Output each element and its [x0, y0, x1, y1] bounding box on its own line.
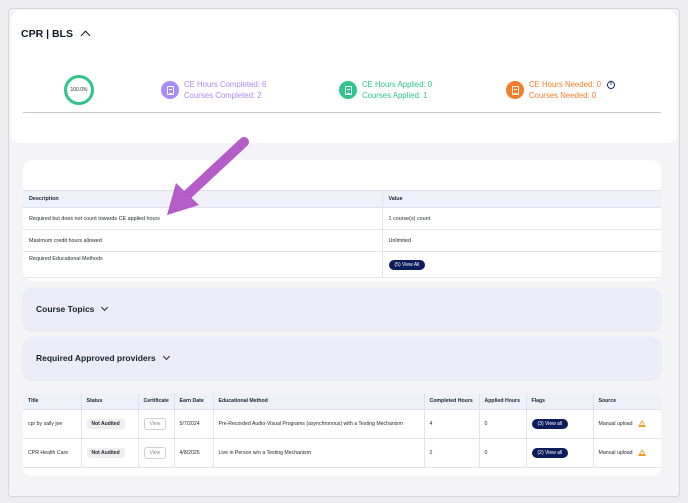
earn-date: 5/7/2024	[174, 409, 214, 439]
courses-applied: Courses Applied: 1	[362, 91, 428, 100]
completed-hours: 2	[424, 438, 480, 468]
requirement-value: Unlimited	[381, 229, 661, 252]
column-header[interactable]: Flags	[526, 393, 594, 410]
table-row: Maximum credit hours allowed Unlimited	[23, 229, 661, 252]
earn-date: 4/8/2025	[174, 438, 214, 468]
warning-icon[interactable]	[637, 449, 646, 456]
chevron-up-icon[interactable]	[80, 30, 91, 41]
column-header[interactable]: Applied Hours	[479, 393, 527, 410]
column-header[interactable]: Educational Method	[213, 393, 425, 410]
educational-method: Live in Person w/o a Testing Mechanism	[213, 438, 425, 468]
table-row[interactable]: cpr by sally joe Not Audited View 5/7/20…	[23, 409, 661, 439]
view-flags-button[interactable]: (3) View all	[531, 418, 569, 429]
status-badge: Not Audited	[86, 418, 125, 429]
header-description: Description	[23, 190, 382, 208]
requirement-value: 1 course(s) count	[381, 207, 661, 230]
approved-providers-accordion[interactable]: Required Approved providers	[23, 337, 661, 379]
requirement-description: Required Educational Methods	[23, 251, 382, 278]
status-badge: Not Audited	[86, 447, 125, 458]
courses-table: Title Status Certificate Earn Date Educa…	[23, 393, 661, 468]
course-topics-accordion[interactable]: Course Topics	[23, 288, 661, 330]
source-label: Manual upload	[598, 420, 633, 427]
view-all-methods-button[interactable]: (5) View All	[388, 259, 426, 270]
table-header-row: Title Status Certificate Earn Date Educa…	[23, 393, 661, 410]
applied-hours: 0	[479, 409, 527, 439]
stat-completed: CE Hours Completed: 6 Courses Completed:…	[161, 79, 266, 101]
document-icon	[161, 81, 179, 99]
requirement-description: Required but does not count towards CE a…	[23, 207, 382, 230]
table-row[interactable]: CPR Health Care Not Audited View 4/8/202…	[23, 438, 661, 468]
document-icon	[506, 81, 524, 99]
document-icon	[339, 81, 357, 99]
section-header[interactable]: CPR | BLS	[21, 28, 91, 41]
chevron-down-icon[interactable]	[162, 352, 170, 361]
table-row: Required Educational Methods (5) View Al…	[23, 251, 661, 278]
requirements-card: Description Value Required but does not …	[23, 160, 661, 281]
ce-hours-completed: CE Hours Completed: 6	[184, 80, 267, 89]
column-header[interactable]: Certificate	[138, 393, 175, 410]
view-flags-button[interactable]: (2) View all	[531, 447, 569, 458]
warning-icon[interactable]	[637, 420, 646, 427]
applied-hours: 0	[479, 438, 527, 468]
courses-card: Title Status Certificate Earn Date Educa…	[23, 393, 661, 476]
requirement-description: Maximum credit hours allowed	[23, 229, 382, 252]
courses-completed: Courses Completed: 2	[184, 91, 262, 100]
source-label: Manual upload	[598, 449, 633, 456]
ce-hours-needed: CE Hours Needed: 0	[529, 80, 601, 89]
courses-needed: Courses Needed: 0	[529, 91, 597, 100]
educational-method: Pre-Recorded Audio-Visual Programs (asyn…	[213, 409, 425, 439]
accordion-title: Required Approved providers	[36, 353, 156, 363]
table-row: Required but does not count towards CE a…	[23, 207, 661, 230]
course-title: cpr by sally joe	[23, 409, 82, 439]
accordion-title: Course Topics	[36, 304, 95, 314]
section-title: CPR | BLS	[21, 28, 73, 40]
stat-needed: CE Hours Needed: 0 i Courses Needed: 0	[506, 79, 615, 101]
divider	[23, 112, 661, 113]
view-certificate-button[interactable]: View	[143, 446, 167, 459]
stat-applied: CE Hours Applied: 0 Courses Applied: 1	[339, 79, 432, 101]
requirements-table: Description Value Required but does not …	[23, 190, 661, 278]
summary-card: CPR | BLS 100.0% CE Hours Completed: 6 C…	[11, 10, 677, 143]
progress-ring: 100.0%	[64, 75, 94, 105]
details-panel: Description Value Required but does not …	[11, 148, 677, 484]
view-certificate-button[interactable]: View	[143, 417, 167, 430]
course-title: CPR Health Care	[23, 438, 82, 468]
column-header[interactable]: Status	[81, 393, 139, 410]
column-header[interactable]: Earn Date	[174, 393, 214, 410]
chevron-down-icon[interactable]	[101, 303, 109, 312]
column-header[interactable]: Title	[23, 393, 82, 410]
column-header[interactable]: Source	[593, 393, 661, 410]
progress-label: 100.0%	[70, 87, 88, 93]
info-icon[interactable]: i	[606, 80, 615, 89]
completed-hours: 4	[424, 409, 480, 439]
ce-hours-applied: CE Hours Applied: 0	[362, 80, 433, 89]
header-value: Value	[381, 190, 661, 208]
column-header[interactable]: Completed Hours	[424, 393, 480, 410]
